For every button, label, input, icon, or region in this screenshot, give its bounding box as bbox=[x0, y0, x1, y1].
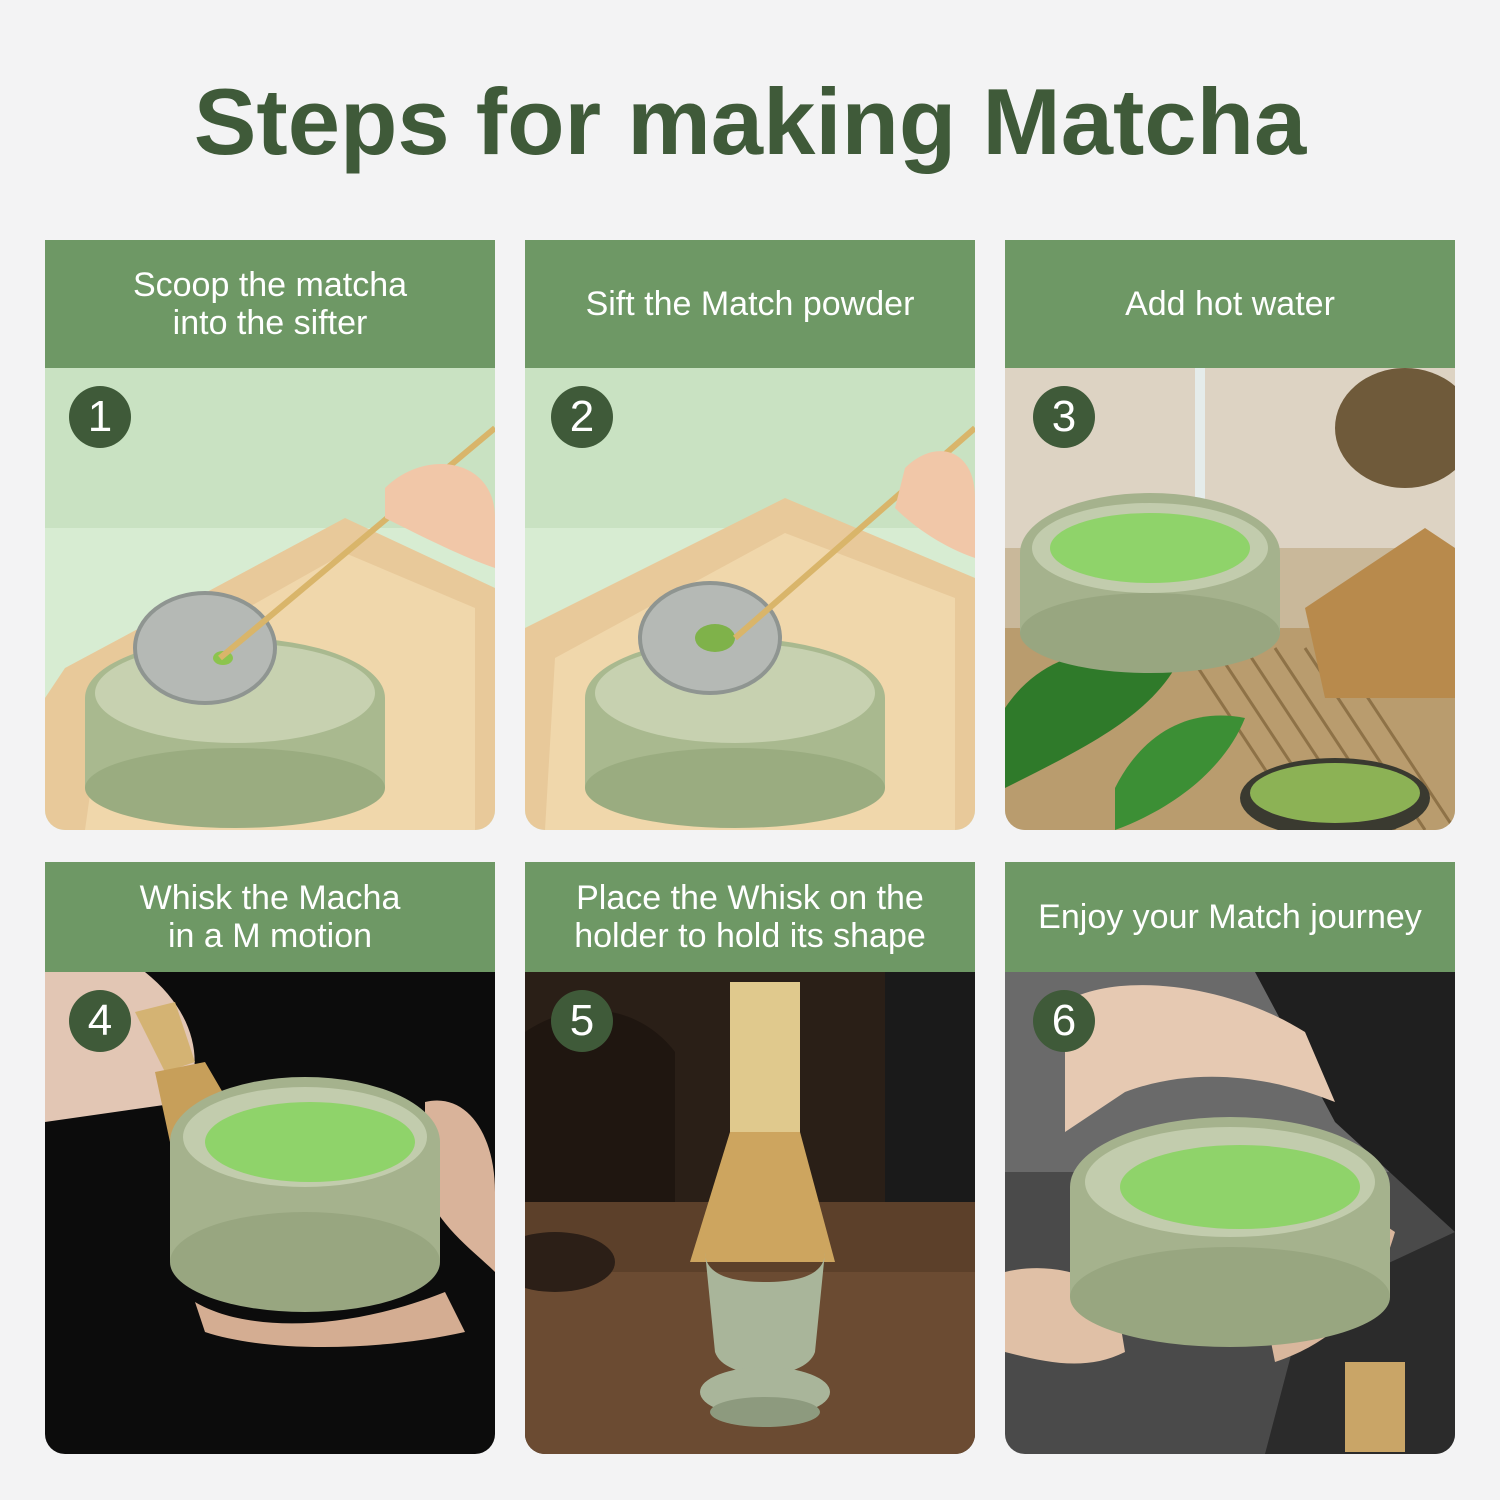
step-1-number-badge: 1 bbox=[69, 386, 131, 448]
step-3-number-badge: 3 bbox=[1033, 386, 1095, 448]
step-4-number-badge: 4 bbox=[69, 990, 131, 1052]
page-title: Steps for making Matcha bbox=[193, 69, 1307, 174]
step-card-5: Place the Whisk on the holder to hold it… bbox=[525, 862, 975, 1454]
step-1-caption: Scoop the matcha into the sifter bbox=[45, 240, 495, 368]
step-6-number-badge: 6 bbox=[1033, 990, 1095, 1052]
step-2-number-badge: 2 bbox=[551, 386, 613, 448]
step-4-caption: Whisk the Macha in a M motion bbox=[45, 862, 495, 972]
step-5-number-badge: 5 bbox=[551, 990, 613, 1052]
step-3-caption: Add hot water bbox=[1005, 240, 1455, 368]
step-card-4: Whisk the Macha in a M motion 4 bbox=[45, 862, 495, 1454]
step-card-6: Enjoy your Match journey 6 bbox=[1005, 862, 1455, 1454]
step-card-1: Scoop the matcha into the sifter 1 bbox=[45, 240, 495, 830]
step-card-2: Sift the Match powder 2 bbox=[525, 240, 975, 830]
step-2-caption: Sift the Match powder bbox=[525, 240, 975, 368]
step-5-caption: Place the Whisk on the holder to hold it… bbox=[525, 862, 975, 972]
step-card-3: Add hot water 3 bbox=[1005, 240, 1455, 830]
step-6-caption: Enjoy your Match journey bbox=[1005, 862, 1455, 972]
